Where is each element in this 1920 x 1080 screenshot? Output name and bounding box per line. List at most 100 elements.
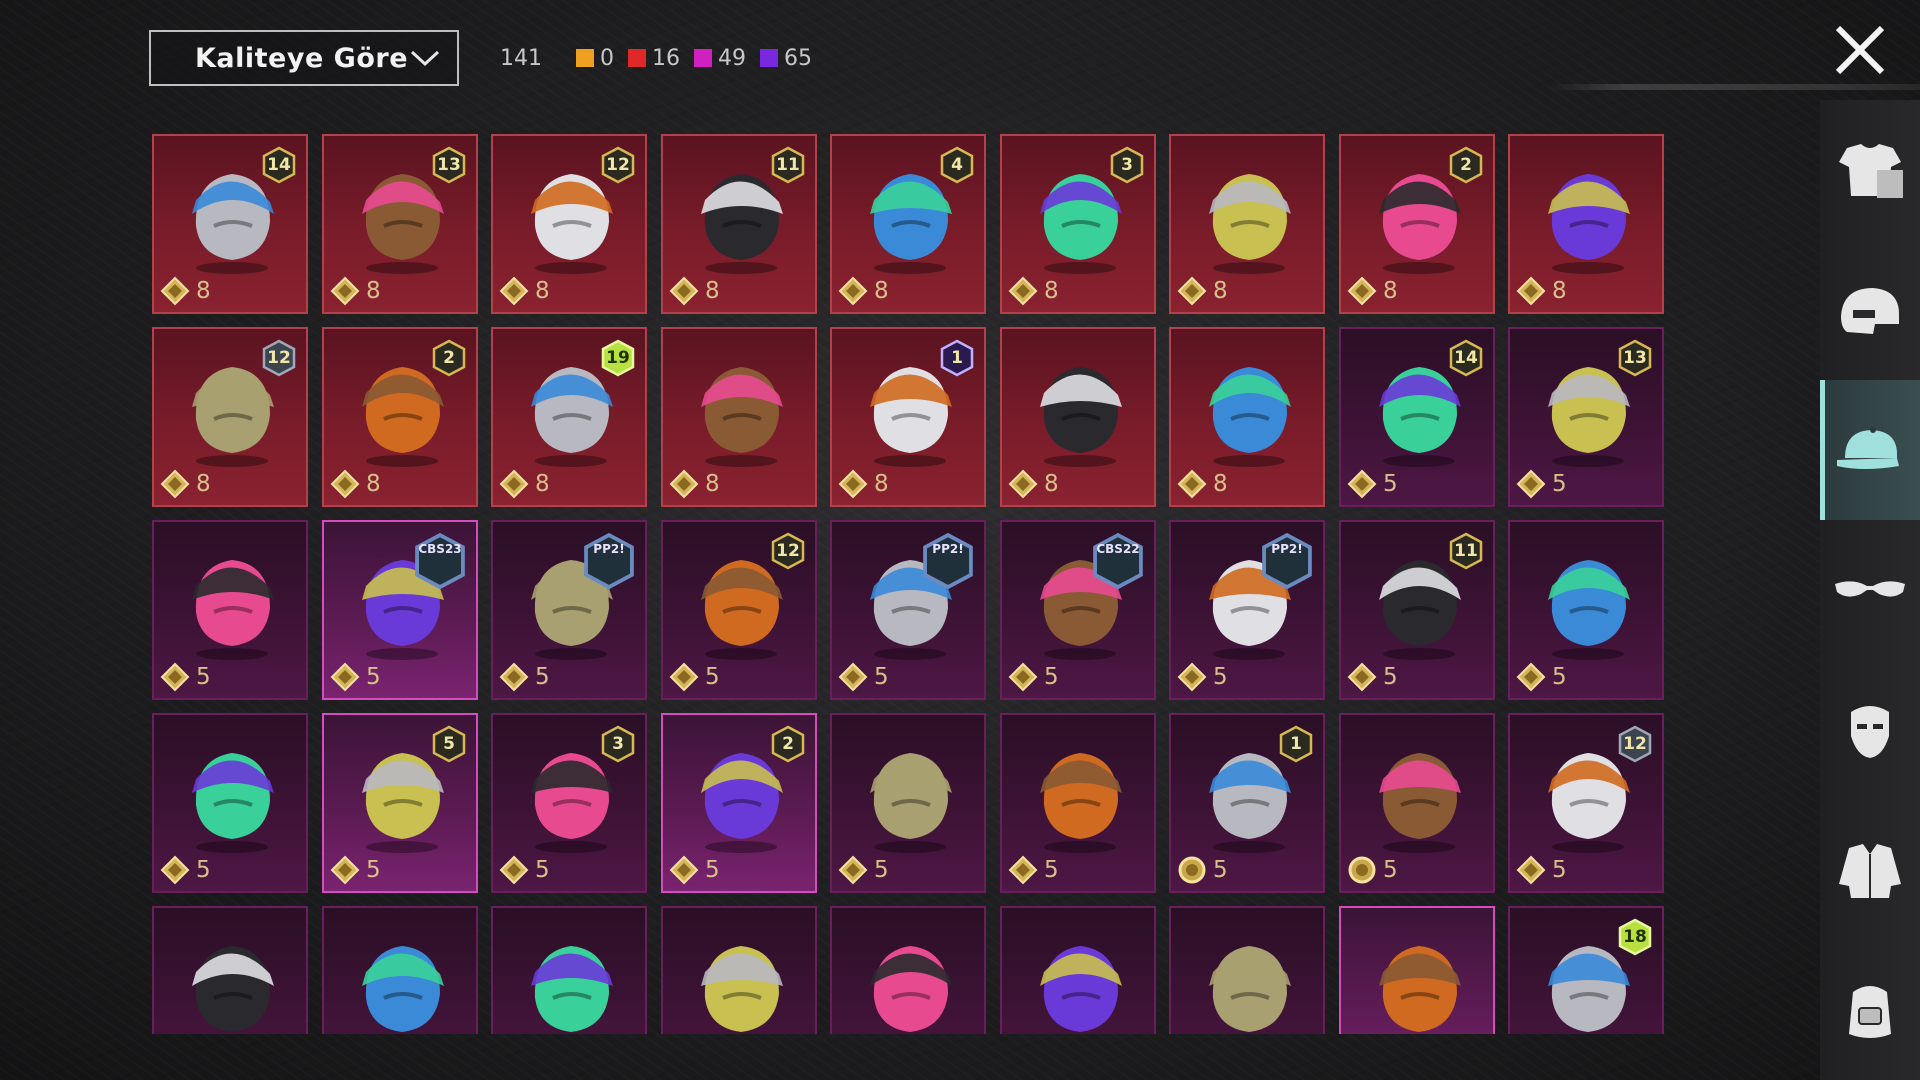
diamond-coin-icon xyxy=(838,276,868,306)
item-cost-value: 8 xyxy=(1383,278,1398,304)
inventory-item[interactable]: 12 8 xyxy=(152,327,308,507)
inventory-item[interactable]: PP2! 5 xyxy=(491,520,647,700)
diamond-coin-icon xyxy=(1347,662,1377,692)
inventory-item[interactable]: 8 xyxy=(1169,327,1325,507)
rank-badge: 14 xyxy=(1449,339,1483,377)
diamond-coin-icon xyxy=(669,855,699,885)
diamond-coin-icon xyxy=(669,662,699,692)
backpack-category[interactable] xyxy=(1820,940,1920,1080)
mask-category[interactable] xyxy=(1820,660,1920,800)
helmet-category[interactable] xyxy=(1820,240,1920,380)
inventory-item[interactable]: 11 8 xyxy=(661,134,817,314)
item-cost-value: 8 xyxy=(196,278,211,304)
inventory-item[interactable]: 14 8 xyxy=(152,134,308,314)
hat-category[interactable] xyxy=(1820,380,1920,520)
diamond-coin-icon xyxy=(499,662,529,692)
diamond-coin-icon xyxy=(1177,662,1207,692)
inventory-item[interactable]: 8 xyxy=(1508,134,1664,314)
rank-badge: 13 xyxy=(1618,339,1652,377)
inventory-item[interactable]: 48 xyxy=(830,134,986,314)
inventory-item[interactable]: 11 5 xyxy=(1339,520,1495,700)
inventory-item[interactable] xyxy=(1169,906,1325,1034)
inventory-item[interactable]: 5 xyxy=(1508,520,1664,700)
inventory-item[interactable] xyxy=(1339,906,1495,1034)
inventory-item[interactable]: 38 xyxy=(1000,134,1156,314)
inventory-item[interactable]: 8 xyxy=(1169,134,1325,314)
inventory-item[interactable]: 5 xyxy=(152,713,308,893)
outfit-category[interactable] xyxy=(1820,100,1920,240)
item-cost-value: 8 xyxy=(1044,471,1059,497)
badge-label: 13 xyxy=(1623,348,1647,368)
item-cost-value: 5 xyxy=(1213,664,1228,690)
helmet-icon xyxy=(1841,288,1899,334)
inventory-item[interactable]: 5 xyxy=(1339,713,1495,893)
item-cost-value: 5 xyxy=(1552,664,1567,690)
horse-mask-icon xyxy=(344,928,460,1034)
item-cost-value: 8 xyxy=(874,278,889,304)
inventory-item[interactable]: 5 xyxy=(830,713,986,893)
item-cost-value: 5 xyxy=(874,664,889,690)
badge-label: 14 xyxy=(267,155,291,175)
item-cost: 5 xyxy=(1347,855,1398,885)
diamond-coin-icon xyxy=(1516,855,1546,885)
diamond-coin-icon xyxy=(1516,662,1546,692)
white-hair-icon xyxy=(1361,928,1477,1034)
item-cost: 8 xyxy=(838,469,889,499)
chevron-down-icon xyxy=(410,50,440,67)
inventory-item[interactable]: 18 xyxy=(1508,906,1664,1034)
inventory-item[interactable]: 14 5 xyxy=(1339,327,1495,507)
inventory-item[interactable]: 8 xyxy=(1000,327,1156,507)
inventory-item[interactable] xyxy=(152,906,308,1034)
inventory-item[interactable]: 5 xyxy=(152,520,308,700)
inventory-item[interactable] xyxy=(661,906,817,1034)
item-cost: 5 xyxy=(1516,469,1567,499)
inventory-item[interactable]: 28 xyxy=(1339,134,1495,314)
item-cost-value: 8 xyxy=(535,471,550,497)
inventory-item[interactable]: 28 xyxy=(322,327,478,507)
inventory-item[interactable] xyxy=(491,906,647,1034)
rank-badge: 19 xyxy=(601,339,635,377)
inventory-item[interactable]: CBS22 5 xyxy=(1000,520,1156,700)
inventory-item[interactable]: 15 xyxy=(1169,713,1325,893)
count-red: 16 xyxy=(628,46,680,71)
inventory-item[interactable]: PP2! 5 xyxy=(830,520,986,700)
inventory-item[interactable] xyxy=(1000,906,1156,1034)
item-cost-value: 5 xyxy=(1213,857,1228,883)
sort-dropdown[interactable]: Kaliteye Göre xyxy=(149,30,459,86)
inventory-item[interactable]: 12 5 xyxy=(661,520,817,700)
inventory-item[interactable]: PP2! 5 xyxy=(1169,520,1325,700)
inventory-item[interactable]: 13 8 xyxy=(322,134,478,314)
close-button[interactable] xyxy=(1830,20,1890,80)
badge-label: 1 xyxy=(1290,734,1302,754)
glasses-category[interactable] xyxy=(1820,520,1920,660)
inventory-item[interactable]: 13 5 xyxy=(1508,327,1664,507)
jacket-category[interactable] xyxy=(1820,800,1920,940)
count-orange: 0 xyxy=(576,46,614,71)
rank-badge: 12 xyxy=(771,532,805,570)
item-cost: 8 xyxy=(1008,276,1059,306)
count-purple: 65 xyxy=(760,46,812,71)
inventory-item[interactable]: 18 xyxy=(830,327,986,507)
item-grid: 14 8 13 8 12 8 11 8 4 8 3 8 8 2 8 8 12 8 2 8 19 8 8 1 8 8 8 14 5 13 5 5… xyxy=(152,134,1670,1034)
inventory-item[interactable]: 25 xyxy=(661,713,817,893)
inventory-item[interactable]: 12 5 xyxy=(1508,713,1664,893)
item-cost-value: 8 xyxy=(1213,278,1228,304)
inventory-item[interactable]: 19 8 xyxy=(491,327,647,507)
inventory-item[interactable]: 12 8 xyxy=(491,134,647,314)
inventory-item[interactable]: 5 xyxy=(1000,713,1156,893)
item-cost: 5 xyxy=(330,662,381,692)
item-cost-value: 8 xyxy=(535,278,550,304)
inventory-item[interactable]: 55 xyxy=(322,713,478,893)
badge-label: 14 xyxy=(1454,348,1478,368)
rank-badge: 13 xyxy=(432,146,466,184)
diamond-coin-icon xyxy=(1008,276,1038,306)
inventory-item[interactable] xyxy=(830,906,986,1034)
inventory-item[interactable]: CBS23 5 xyxy=(322,520,478,700)
inventory-item[interactable] xyxy=(322,906,478,1034)
item-cost: 5 xyxy=(1347,662,1398,692)
inventory-item[interactable]: 8 xyxy=(661,327,817,507)
green-mask-icon xyxy=(1022,928,1138,1034)
pink-hair-icon xyxy=(174,542,290,662)
inventory-item[interactable]: 35 xyxy=(491,713,647,893)
diamond-coin-icon xyxy=(330,855,360,885)
